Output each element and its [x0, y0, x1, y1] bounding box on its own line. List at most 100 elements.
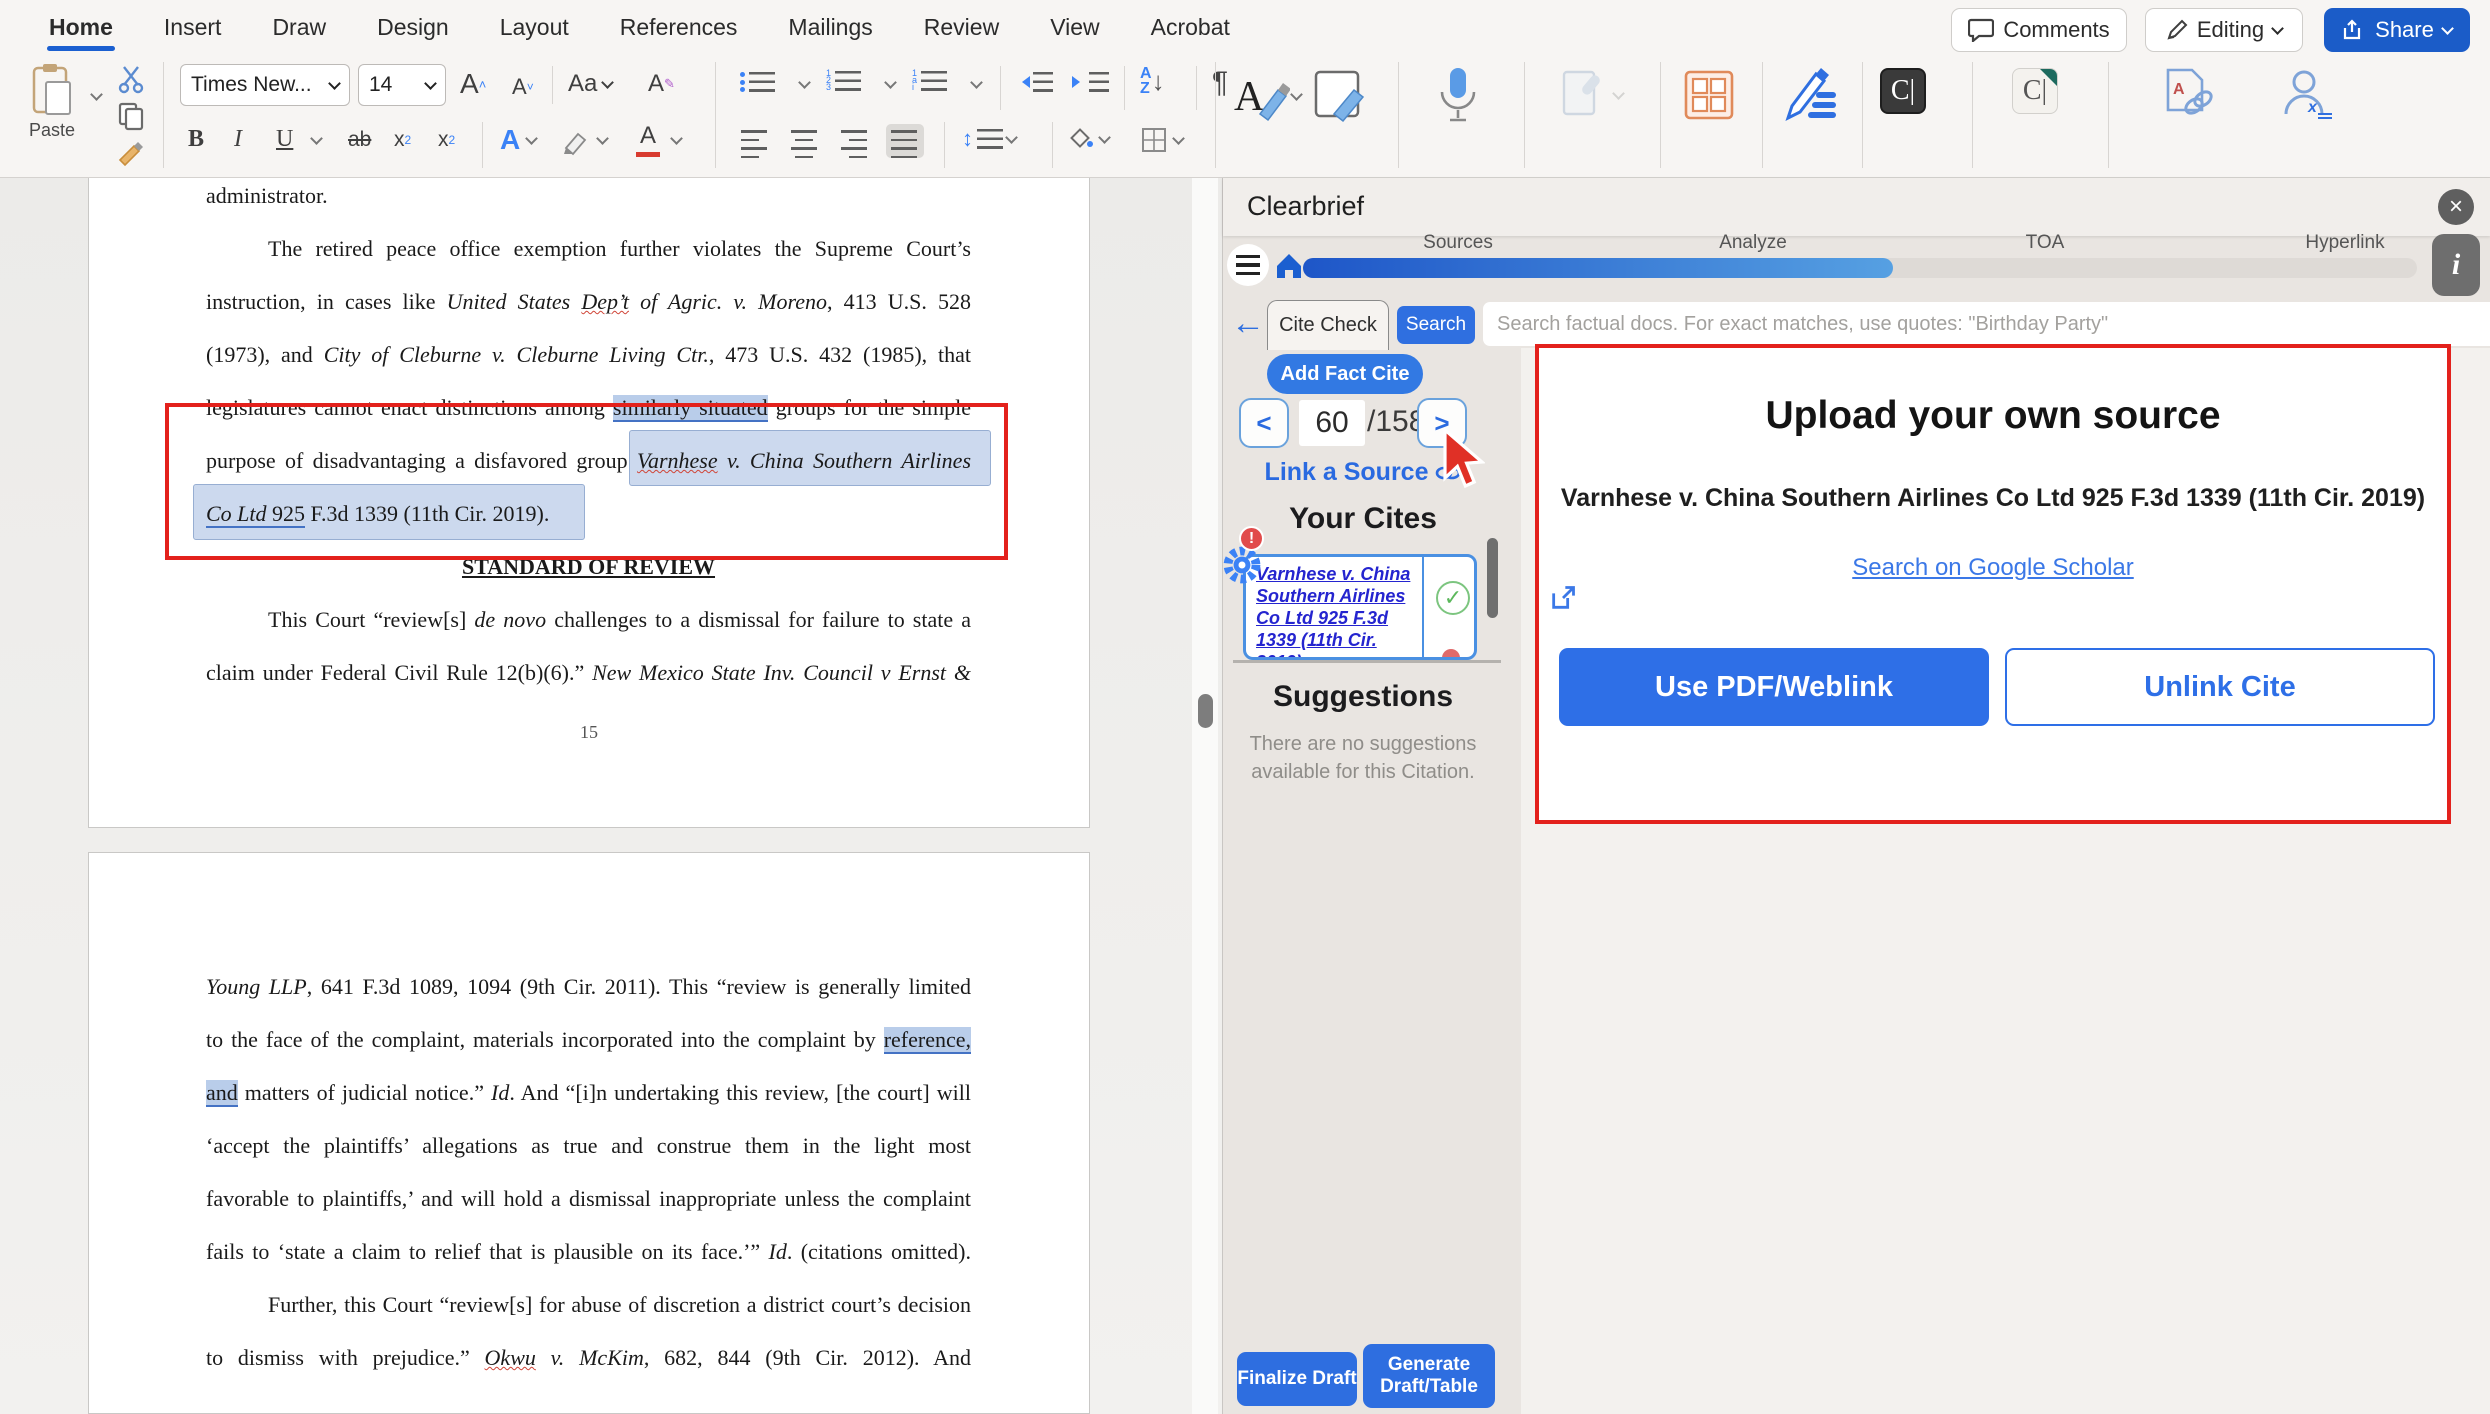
- menu-acrobat[interactable]: Acrobat: [1149, 8, 1232, 47]
- bullets-dropdown-icon[interactable]: [798, 76, 811, 89]
- menu-references[interactable]: References: [618, 8, 740, 47]
- cite-counter-input[interactable]: 60: [1299, 400, 1365, 446]
- grow-font-button[interactable]: A˄: [460, 68, 486, 100]
- document-scrollbar[interactable]: [1192, 178, 1218, 1414]
- copy-icon: [116, 100, 146, 132]
- font-size-select[interactable]: 14: [358, 64, 446, 106]
- change-case-button[interactable]: Aa: [568, 70, 612, 98]
- external-link-icon[interactable]: [1549, 584, 1577, 612]
- document-scrollbar-thumb[interactable]: [1198, 694, 1213, 728]
- superscript-button[interactable]: x2: [438, 128, 455, 152]
- paste-dropdown-icon[interactable]: [90, 88, 103, 101]
- cite-card-citation[interactable]: Varnhese v. China Southern Airlines Co L…: [1256, 563, 1418, 660]
- font-color-button[interactable]: A: [636, 122, 660, 157]
- add-fact-cite-button[interactable]: Add Fact Cite: [1267, 354, 1423, 394]
- google-scholar-link[interactable]: Search on Google Scholar: [1539, 554, 2447, 582]
- gear-icon[interactable]: [1221, 544, 1263, 586]
- format-painter-button[interactable]: [116, 138, 146, 168]
- font-name-select[interactable]: Times New...: [180, 64, 350, 106]
- clearbrief-dark-button[interactable]: C|: [1880, 68, 1926, 114]
- borders-button[interactable]: [1140, 126, 1183, 154]
- document-page-2[interactable]: Young LLP, 641 F.3d 1089, 1094 (9th Cir.…: [88, 852, 1090, 1414]
- progress-label-analyze: Analyze: [1719, 232, 1787, 254]
- paste-button[interactable]: Paste: [28, 62, 76, 141]
- decrease-indent-button[interactable]: [1016, 72, 1053, 92]
- info-icon[interactable]: i: [2432, 234, 2480, 296]
- cut-button[interactable]: [116, 64, 146, 94]
- multilevel-list-button[interactable]: 1ai: [912, 70, 947, 92]
- styles-pane-button[interactable]: [1312, 68, 1368, 124]
- document-canvas[interactable]: administrator.The retired peace office e…: [0, 178, 1222, 1414]
- menu-mailings[interactable]: Mailings: [786, 8, 874, 47]
- progress-bar: [1303, 258, 2417, 278]
- strikethrough-button[interactable]: ab: [348, 128, 371, 152]
- home-icon[interactable]: [1273, 250, 1305, 282]
- clearbrief-light-button[interactable]: C|: [2012, 68, 2058, 114]
- cites-scrollbar-thumb[interactable]: [1487, 538, 1498, 618]
- menu-layout[interactable]: Layout: [498, 8, 571, 47]
- align-right-button[interactable]: [836, 124, 874, 158]
- align-left-button[interactable]: [736, 124, 774, 158]
- mouse-cursor: [1437, 428, 1485, 492]
- underline-dropdown-icon[interactable]: [310, 132, 323, 145]
- shading-button[interactable]: [1068, 126, 1109, 152]
- menu-insert[interactable]: Insert: [162, 8, 224, 47]
- bold-button[interactable]: B: [188, 126, 204, 153]
- bullets-button[interactable]: [740, 72, 775, 92]
- multilevel-dropdown-icon[interactable]: [970, 76, 983, 89]
- comments-label: Comments: [2003, 17, 2109, 43]
- comments-button[interactable]: Comments: [1951, 8, 2127, 52]
- styles-button[interactable]: A: [1232, 70, 1301, 122]
- editing-mode-button[interactable]: Editing: [2145, 8, 2303, 52]
- editor-button[interactable]: [1782, 66, 1842, 124]
- search-input[interactable]: [1483, 302, 2490, 346]
- cite-card-divider: [1422, 557, 1424, 657]
- highlight-button[interactable]: [562, 130, 590, 156]
- suggestions-empty-text: There are no suggestions available for t…: [1233, 730, 1493, 786]
- request-signatures-button[interactable]: x: [2278, 66, 2334, 124]
- search-button[interactable]: Search: [1397, 306, 1475, 344]
- numbering-dropdown-icon[interactable]: [884, 76, 897, 89]
- cite-card[interactable]: Varnhese v. China Southern Airlines Co L…: [1243, 554, 1477, 660]
- increase-indent-button[interactable]: [1072, 72, 1109, 92]
- clear-formatting-button[interactable]: A✎: [648, 70, 675, 98]
- editor-icon: [1782, 66, 1842, 124]
- create-pdf-button[interactable]: A: [2158, 66, 2214, 124]
- menu-review[interactable]: Review: [922, 8, 1001, 47]
- menu-draw[interactable]: Draw: [270, 8, 328, 47]
- addins-button[interactable]: [1680, 66, 1738, 124]
- previous-cite-button[interactable]: <: [1239, 398, 1289, 448]
- line-spacing-button[interactable]: ↕: [962, 126, 1016, 152]
- shrink-font-button[interactable]: A˅: [512, 74, 534, 100]
- chevron-down-icon: [1612, 87, 1625, 100]
- justify-button[interactable]: [886, 124, 924, 158]
- document-page-1[interactable]: administrator.The retired peace office e…: [88, 178, 1090, 828]
- highlight-dropdown-icon[interactable]: [596, 132, 609, 145]
- generate-draft-table-button[interactable]: Generate Draft/Table: [1363, 1344, 1495, 1408]
- align-center-button[interactable]: [786, 124, 824, 158]
- tab-cite-check[interactable]: Cite Check: [1267, 300, 1389, 350]
- chevron-down-icon: [1005, 131, 1018, 144]
- back-arrow-icon[interactable]: ←: [1231, 304, 1265, 343]
- dictate-button[interactable]: [1428, 64, 1488, 126]
- close-icon[interactable]: ×: [2438, 189, 2474, 225]
- numbering-button[interactable]: 123: [826, 70, 861, 92]
- check-circle-icon[interactable]: ✓: [1436, 581, 1470, 615]
- subscript-button[interactable]: x2: [394, 128, 411, 152]
- copy-button[interactable]: [116, 100, 146, 132]
- menu-view[interactable]: View: [1048, 8, 1101, 47]
- menu-design[interactable]: Design: [375, 8, 451, 47]
- finalize-draft-button[interactable]: Finalize Draft: [1237, 1352, 1357, 1406]
- clearbrief-panel: Clearbrief × Sources Analyze TOA Hyperli…: [1222, 178, 2490, 1414]
- italic-button[interactable]: I: [234, 126, 242, 153]
- use-pdf-weblink-button[interactable]: Use PDF/Weblink: [1559, 648, 1989, 726]
- text-effects-button[interactable]: A: [500, 124, 536, 156]
- share-button[interactable]: Share: [2324, 8, 2470, 52]
- underline-button[interactable]: U: [276, 126, 293, 153]
- sort-button[interactable]: AZ↓: [1140, 66, 1165, 96]
- unlink-cite-button[interactable]: Unlink Cite: [2005, 648, 2435, 726]
- menu-icon[interactable]: [1227, 244, 1269, 286]
- menu-home[interactable]: Home: [47, 8, 115, 47]
- italic-label: I: [234, 126, 242, 153]
- font-color-dropdown-icon[interactable]: [670, 132, 683, 145]
